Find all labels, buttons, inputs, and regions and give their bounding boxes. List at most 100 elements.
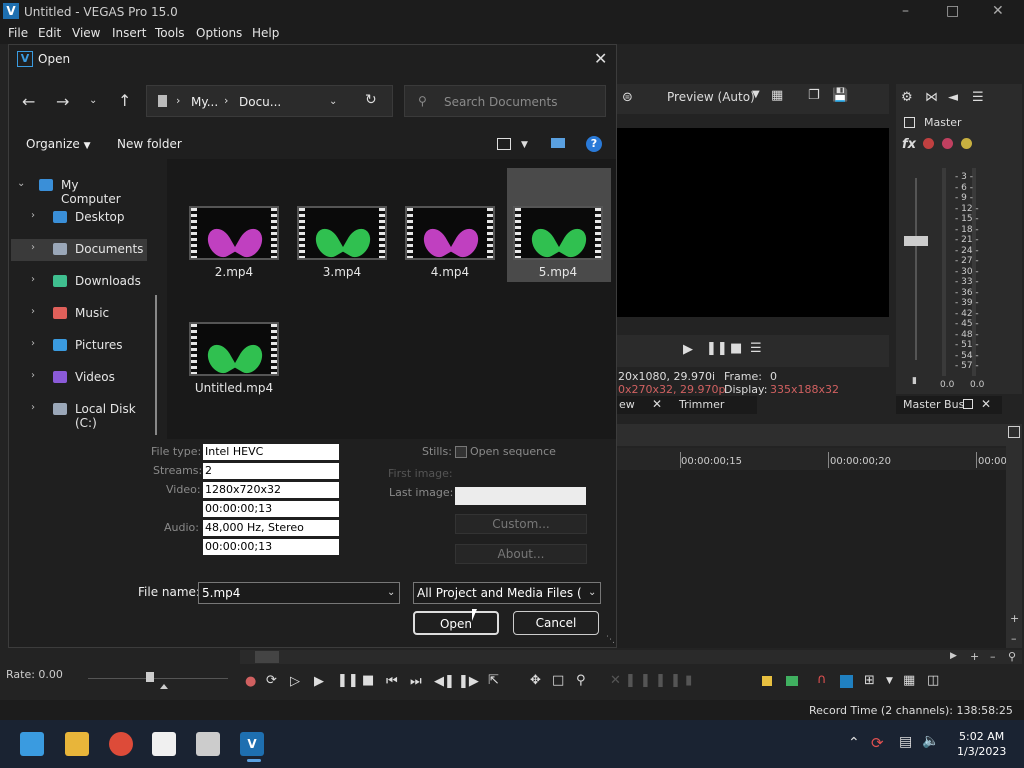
- chevron-right-icon[interactable]: ›: [31, 402, 35, 413]
- 7zip-icon[interactable]: [196, 732, 220, 756]
- file-type-filter-value[interactable]: All Project and Media Files (*.ve: [417, 586, 581, 600]
- fx-icon[interactable]: fx: [902, 137, 916, 152]
- file-name-label[interactable]: 5.mp4: [503, 265, 613, 279]
- chevron-right-icon[interactable]: ›: [31, 210, 35, 221]
- tab-close-icon[interactable]: ✕: [652, 397, 662, 411]
- properties-icon[interactable]: [1008, 426, 1020, 438]
- tab-close-icon[interactable]: ✕: [981, 397, 991, 411]
- new-folder-button[interactable]: New folder: [117, 137, 182, 151]
- zoom-in-icon[interactable]: +: [1010, 612, 1019, 625]
- search-input[interactable]: Search Documents: [444, 95, 557, 109]
- file-name-label[interactable]: 4.mp4: [395, 265, 505, 279]
- collapse-icon[interactable]: ⋈: [925, 90, 938, 105]
- pause-icon[interactable]: ❚❚: [706, 341, 728, 356]
- prev-frame-icon[interactable]: ◀❚: [434, 674, 455, 689]
- file-thumbnail[interactable]: [189, 206, 279, 260]
- file-name-value[interactable]: 5.mp4: [202, 586, 240, 600]
- menu-view[interactable]: View: [72, 26, 100, 40]
- envelope-tool-icon[interactable]: ✥: [530, 673, 541, 688]
- menu-insert[interactable]: Insert: [112, 26, 146, 40]
- zoom-tool-icon[interactable]: ⚲: [1008, 650, 1016, 663]
- preview-settings-icon[interactable]: ⊜: [622, 90, 633, 105]
- stop-icon[interactable]: ■: [362, 673, 374, 688]
- nav-item-desktop[interactable]: › Desktop: [25, 207, 155, 229]
- zoom-in-icon[interactable]: +: [970, 650, 979, 663]
- breadcrumb-documents[interactable]: Docu...: [239, 95, 281, 109]
- chevron-right-icon[interactable]: ›: [31, 306, 35, 317]
- menu-tools[interactable]: Tools: [155, 26, 185, 40]
- tab-trimmer[interactable]: Trimmer: [679, 398, 724, 411]
- zoom-out-icon[interactable]: –: [1011, 632, 1017, 645]
- file-name-label[interactable]: Untitled.mp4: [179, 381, 289, 395]
- resize-grip-icon[interactable]: ⋱: [606, 635, 615, 645]
- lock-envelopes-icon[interactable]: ⊞: [864, 673, 875, 688]
- snap-icon[interactable]: ∩: [817, 672, 827, 687]
- go-to-end-icon[interactable]: ⏭: [410, 674, 422, 689]
- tab-partial[interactable]: ew: [619, 398, 635, 411]
- play-icon[interactable]: ▶: [683, 342, 693, 357]
- nav-item-music[interactable]: › Music: [25, 303, 155, 325]
- copy-snapshot-icon[interactable]: ❐: [808, 88, 820, 103]
- nav-item-documents[interactable]: › Documents: [11, 239, 147, 261]
- organize-button[interactable]: Organize ▼: [26, 137, 91, 151]
- menu-help[interactable]: Help: [252, 26, 279, 40]
- window-icon[interactable]: [963, 399, 973, 409]
- rate-slider-handle[interactable]: [146, 672, 154, 682]
- view-mode-icon[interactable]: [497, 138, 511, 150]
- nav-item-local-disk-c[interactable]: › Local Disk (C:): [25, 399, 155, 430]
- cancel-button[interactable]: Cancel: [513, 611, 599, 635]
- close-icon[interactable]: ✕: [594, 49, 607, 68]
- mixer-icon[interactable]: ☰: [972, 90, 984, 105]
- chrome-icon[interactable]: [109, 732, 133, 756]
- chevron-down-icon[interactable]: ⌄: [387, 587, 395, 598]
- chevron-down-icon[interactable]: ▼: [886, 676, 893, 686]
- volume-fader-handle[interactable]: [904, 236, 928, 246]
- network-icon[interactable]: ▤: [899, 734, 912, 750]
- event-fx-icon[interactable]: ◫: [927, 673, 939, 688]
- menu-edit[interactable]: Edit: [38, 26, 61, 40]
- forward-icon[interactable]: →: [56, 92, 69, 111]
- next-frame-icon[interactable]: ❚▶: [458, 674, 479, 689]
- region-icon[interactable]: [786, 676, 798, 686]
- maximize-icon[interactable]: □: [946, 3, 959, 19]
- file-thumbnail[interactable]: [405, 206, 495, 260]
- nav-item-pictures[interactable]: › Pictures: [25, 335, 155, 357]
- selection-tool-icon[interactable]: □: [552, 673, 564, 688]
- play-icon[interactable]: ▶: [314, 674, 324, 689]
- chevron-down-icon[interactable]: ⌄: [329, 96, 337, 107]
- refresh-icon[interactable]: ↻: [365, 92, 377, 108]
- minimize-icon[interactable]: –: [902, 3, 909, 19]
- auto-ripple-icon[interactable]: [840, 675, 853, 688]
- nav-item-my-computer[interactable]: ⌄ My Computer: [11, 175, 141, 206]
- menu-file[interactable]: File: [8, 26, 28, 40]
- ignore-grouping-icon[interactable]: ▦: [903, 673, 915, 688]
- zoom-tool-icon[interactable]: ⚲: [576, 673, 586, 688]
- save-snapshot-icon[interactable]: 💾: [832, 88, 848, 103]
- chevron-down-icon[interactable]: ⌄: [588, 587, 596, 598]
- help-icon[interactable]: ?: [586, 136, 602, 152]
- master-bus-tab-label[interactable]: Master Bus: [903, 398, 964, 411]
- open-sequence-checkbox[interactable]: [455, 446, 467, 458]
- rate-slider-track[interactable]: [88, 678, 228, 679]
- recent-locations-icon[interactable]: ⌄: [89, 95, 97, 106]
- nav-item-downloads[interactable]: › Downloads: [25, 271, 155, 293]
- lock-icon[interactable]: ▮: [912, 376, 917, 386]
- chevron-down-icon[interactable]: ▼: [521, 140, 528, 150]
- menu-options[interactable]: Options: [196, 26, 242, 40]
- file-name-label[interactable]: 3.mp4: [287, 265, 397, 279]
- file-thumbnail[interactable]: [513, 206, 603, 260]
- marker-icon[interactable]: [762, 676, 772, 686]
- clock-date[interactable]: 1/3/2023: [957, 745, 1006, 758]
- effect-icon[interactable]: [923, 138, 934, 149]
- solo-icon[interactable]: [961, 138, 972, 149]
- vegas-icon[interactable]: V: [240, 732, 264, 756]
- scrollbar-thumb[interactable]: [255, 651, 279, 663]
- chevron-right-icon[interactable]: ›: [31, 338, 35, 349]
- preview-mode-dropdown[interactable]: Preview (Auto): [667, 90, 755, 104]
- record-icon[interactable]: ●: [245, 674, 256, 689]
- scroll-right-icon[interactable]: ▶: [950, 651, 957, 661]
- master-checkbox[interactable]: [904, 117, 915, 128]
- breadcrumb-my-computer[interactable]: My...: [191, 95, 218, 109]
- file-explorer-icon[interactable]: [65, 732, 89, 756]
- chevron-right-icon[interactable]: ›: [31, 370, 35, 381]
